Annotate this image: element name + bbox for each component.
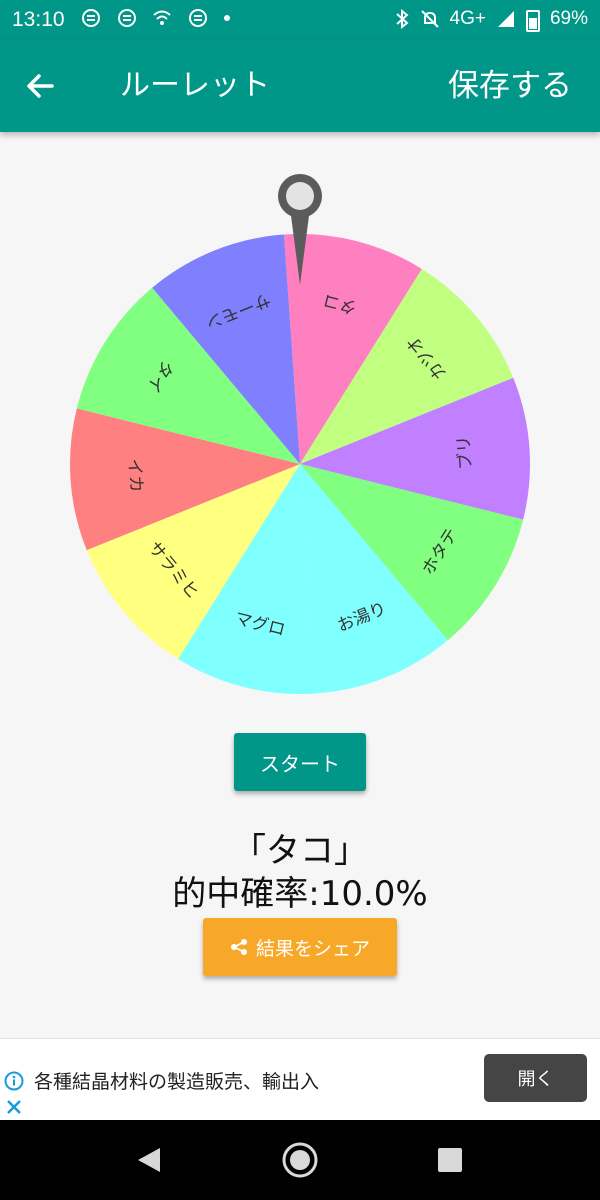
notification-icon: [82, 8, 100, 27]
wheel-segment-label: イカ: [124, 458, 146, 493]
nav-back-icon[interactable]: [130, 1140, 170, 1180]
info-icon[interactable]: [4, 1071, 24, 1091]
close-icon[interactable]: [4, 1097, 24, 1117]
status-right: 4G+ 69%: [394, 8, 588, 32]
network-type: 4G+: [449, 8, 486, 29]
notification-icon: [188, 8, 207, 27]
nav-home-icon[interactable]: [280, 1140, 320, 1180]
status-bar: 13:10 4G+ 69%: [0, 0, 600, 40]
page-title: ルーレット: [120, 68, 270, 103]
nav-bar: [0, 1120, 600, 1200]
share-button[interactable]: 結果をシェア: [203, 918, 397, 976]
roulette-wheel[interactable]: タコカツオブリホタテお湯りマグロサラミヒイカタイサーモン: [0, 160, 600, 720]
share-label: 結果をシェア: [255, 937, 370, 960]
ad-text: 各種結晶材料の製造販売、輸出入: [34, 1071, 320, 1093]
dot-icon: [224, 14, 231, 21]
battery-percent: 69%: [549, 8, 588, 29]
notification-icon: [117, 8, 136, 27]
wheel-segment-label: ブリ: [453, 435, 476, 470]
mute-icon: [420, 10, 439, 28]
battery-icon: [525, 10, 540, 32]
signal-icon: [497, 11, 514, 27]
wifi-on-icon: [153, 10, 171, 25]
share-icon: [230, 939, 247, 955]
roulette-area: タコ カツオ ブリ ホタテ お湯り マグロ サラミヒ イカ タイ サーモン: [0, 160, 600, 720]
save-button[interactable]: 保存する: [448, 60, 572, 105]
app-bar: ルーレット 保存する: [0, 40, 600, 132]
nav-recents-icon[interactable]: [430, 1140, 470, 1180]
ad-banner[interactable]: 各種結晶材料の製造販売、輸出入 開く: [0, 1038, 600, 1121]
start-button[interactable]: スタート: [234, 733, 366, 791]
result-name: 「タコ」: [232, 831, 368, 871]
status-notification-icons: [80, 6, 232, 29]
ad-open-button[interactable]: 開く: [484, 1054, 587, 1102]
result-rate: 的中確率:10.0%: [172, 874, 428, 914]
back-arrow-icon[interactable]: [22, 68, 58, 104]
status-time: 13:10: [12, 8, 65, 31]
bluetooth-icon: [395, 9, 409, 29]
